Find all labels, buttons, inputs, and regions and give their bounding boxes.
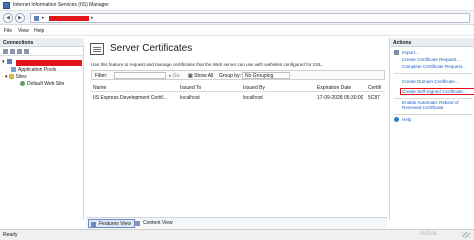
new-connection-icon[interactable] [3, 49, 8, 54]
address-separator: ▸ [42, 15, 45, 21]
page-description: Use this feature to request and manage c… [91, 62, 323, 67]
save-icon[interactable] [10, 49, 15, 54]
view-switcher: Features View Content View [86, 217, 387, 229]
server-node-icon [7, 59, 14, 65]
filter-bar: Filter: ▸ Go ▦ Show All Group by: No Gro… [91, 70, 385, 80]
certificates-table-header: Name Issued To Issued By Expiration Date… [91, 83, 385, 92]
status-text: Ready [3, 232, 18, 238]
title-bar: Internet Information Services (IIS) Mana… [0, 0, 474, 11]
tree-item-label: Default Web Site [27, 81, 65, 87]
cell-issued-by: localhost [243, 95, 263, 101]
column-header-issued-by[interactable]: Issued By [243, 85, 265, 91]
menu-file[interactable]: File [4, 28, 12, 34]
actions-panel: Actions Import... Create Certificate Req… [389, 38, 474, 220]
action-create-domain-certificate[interactable]: Create Domain Certificate... [402, 79, 459, 84]
cell-expiration: 17-09-2028 05:30:00 [317, 95, 364, 101]
menu-help[interactable]: Help [34, 28, 44, 34]
forward-arrow-icon[interactable]: ▶ [15, 13, 25, 23]
action-create-self-signed-certificate[interactable]: Create Self-Signed Certificate... [402, 89, 467, 94]
address-bar: ◀ ▶ ▸ ▸ [0, 11, 474, 25]
server-certificates-panel: Server Certificates Use this feature to … [86, 38, 387, 229]
connections-panel: Connections ▾ Application Pools ▾ Sites D… [0, 38, 84, 220]
column-header-issued-to[interactable]: Issued To [180, 85, 201, 91]
show-all-label: Show All [194, 73, 214, 79]
features-view-label: Features View [99, 221, 131, 227]
action-create-certificate-request[interactable]: Create Certificate Request... [402, 57, 460, 62]
column-header-expiration[interactable]: Expiration Date [317, 85, 351, 91]
tree-item-label: Sites [15, 74, 27, 80]
app-pools-icon [11, 67, 16, 72]
actions-divider [394, 98, 472, 99]
redacted-server-node[interactable] [16, 60, 82, 66]
action-import[interactable]: Import... [402, 50, 419, 55]
show-all-button[interactable]: ▦ Show All [188, 73, 213, 79]
content-view-label: Content View [143, 220, 173, 226]
features-view-icon [91, 222, 96, 227]
table-row[interactable]: IIS Express Development Certif... localh… [91, 93, 385, 102]
server-icon [34, 16, 39, 21]
address-field[interactable]: ▸ ▸ [30, 13, 470, 23]
watermark-text: Activa [420, 231, 437, 237]
column-header-name[interactable]: Name [93, 85, 106, 91]
page-title: Server Certificates [110, 43, 193, 54]
go-button[interactable]: ▸ Go [169, 73, 180, 79]
menu-bar: File View Help [0, 25, 474, 36]
cell-name: IIS Express Development Certif... [93, 95, 167, 101]
group-by-label: Group by: [219, 73, 241, 79]
import-icon [394, 50, 399, 55]
actions-divider [394, 73, 472, 74]
content-view-tab[interactable]: Content View [133, 219, 173, 228]
menu-view[interactable]: View [18, 28, 29, 34]
filter-input[interactable] [114, 72, 166, 79]
connections-header: Connections [0, 38, 84, 47]
back-arrow-icon[interactable]: ◀ [3, 13, 13, 23]
content-view-icon [135, 221, 140, 226]
up-icon[interactable] [17, 49, 22, 54]
tree-item-label: Application Pools [18, 67, 57, 73]
filter-label: Filter: [95, 73, 108, 79]
tree-item-application-pools[interactable]: Application Pools [11, 67, 56, 73]
action-enable-automatic-rebind-line2[interactable]: Renewed Certificate [402, 105, 443, 110]
cell-issued-to: localhost [180, 95, 200, 101]
refresh-icon[interactable] [24, 49, 29, 54]
features-view-tab[interactable]: Features View [88, 219, 135, 228]
actions-divider [394, 114, 472, 115]
cell-certificate-hash: 5C87 [368, 95, 380, 101]
connections-toolbar [0, 47, 84, 56]
help-icon [394, 117, 399, 122]
actions-header: Actions [390, 38, 474, 47]
sites-folder-icon [8, 74, 14, 79]
resize-grip-icon[interactable] [462, 232, 470, 238]
tree-item-sites[interactable]: ▾ Sites [5, 74, 27, 80]
tree-expand-icon[interactable]: ▾ [2, 59, 5, 65]
action-complete-certificate-request[interactable]: Complete Certificate Request... [402, 64, 466, 69]
go-label: Go [172, 73, 180, 79]
column-header-certificate-hash[interactable]: Certifi [368, 85, 384, 91]
certificate-icon [90, 43, 104, 55]
iis-app-icon [3, 2, 10, 9]
address-separator-2: ▸ [91, 15, 94, 21]
group-by-select[interactable]: No Grouping [242, 72, 290, 79]
action-help[interactable]: Help [402, 117, 411, 122]
window-title: Internet Information Services (IIS) Mana… [13, 2, 109, 8]
globe-icon [20, 81, 25, 86]
tree-item-default-web-site[interactable]: Default Web Site [20, 81, 64, 87]
status-bar: Ready Activa [0, 229, 474, 240]
redacted-server-name [49, 16, 89, 21]
